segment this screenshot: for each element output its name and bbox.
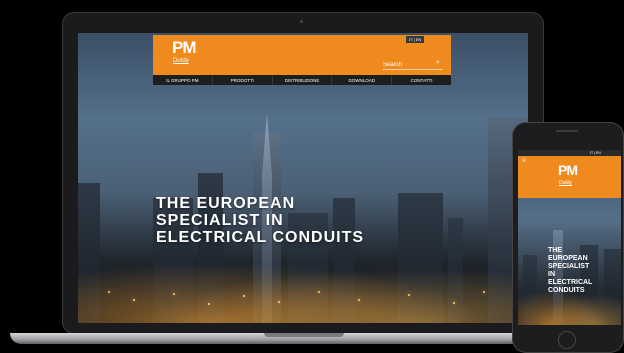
nav-item-download[interactable]: DOWNLOAD	[332, 75, 393, 85]
phone-speaker	[556, 130, 578, 132]
logo-subtitle: Dutdy	[173, 58, 189, 64]
hero-line: ELECTRICAL CONDUITS	[156, 229, 365, 246]
nav-item-distribuzione[interactable]: DISTRIBUZIONE	[273, 75, 333, 85]
hero-line: ELECTRICAL	[548, 279, 593, 286]
hero-line: SPECIALIST	[548, 263, 590, 270]
phone-screen: IT | EN ≡ PM Dutdy THE EUROPEAN SPECIALI…	[518, 150, 621, 325]
main-nav: IL GRUPPO PM PRODOTTI DISTRIBUZIONE DOWN…	[153, 75, 451, 85]
hero-line: CONDUITS	[548, 287, 585, 294]
language-switch[interactable]: IT | EN	[406, 36, 425, 43]
nav-item-gruppo[interactable]: IL GRUPPO PM	[153, 75, 213, 85]
hero-line: THE EUROPEAN	[156, 195, 296, 212]
phone-logo[interactable]: PM	[558, 162, 578, 178]
laptop-notch	[264, 333, 344, 337]
home-button[interactable]	[558, 331, 576, 349]
phone-logo-subtitle: Dutdy	[559, 180, 573, 186]
phone-hero-headline: THE EUROPEAN SPECIALIST IN ELECTRICAL CO…	[548, 247, 592, 295]
hero-line: SPECIALIST IN	[156, 212, 284, 229]
hero-line: THE	[548, 247, 562, 254]
nav-item-contatti[interactable]: CONTATTI	[392, 75, 451, 85]
hero-line: EUROPEAN	[548, 255, 588, 262]
nav-item-prodotti[interactable]: PRODOTTI	[213, 75, 273, 85]
menu-icon[interactable]: ≡	[522, 158, 526, 164]
hero-line: IN	[548, 271, 555, 278]
hero-headline: THE EUROPEAN SPECIALIST IN ELECTRICAL CO…	[156, 195, 364, 246]
phone-language-switch[interactable]: IT | EN	[590, 151, 601, 155]
camera	[300, 20, 303, 23]
logo[interactable]: PM	[172, 38, 196, 58]
search-icon[interactable]: ⌕	[436, 59, 440, 67]
phone-topbar	[518, 150, 621, 156]
search-input[interactable]	[383, 60, 443, 70]
laptop-screen: IT | EN PM Dutdy ⌕ IL GRUPPO PM PRODOTTI…	[78, 33, 528, 323]
